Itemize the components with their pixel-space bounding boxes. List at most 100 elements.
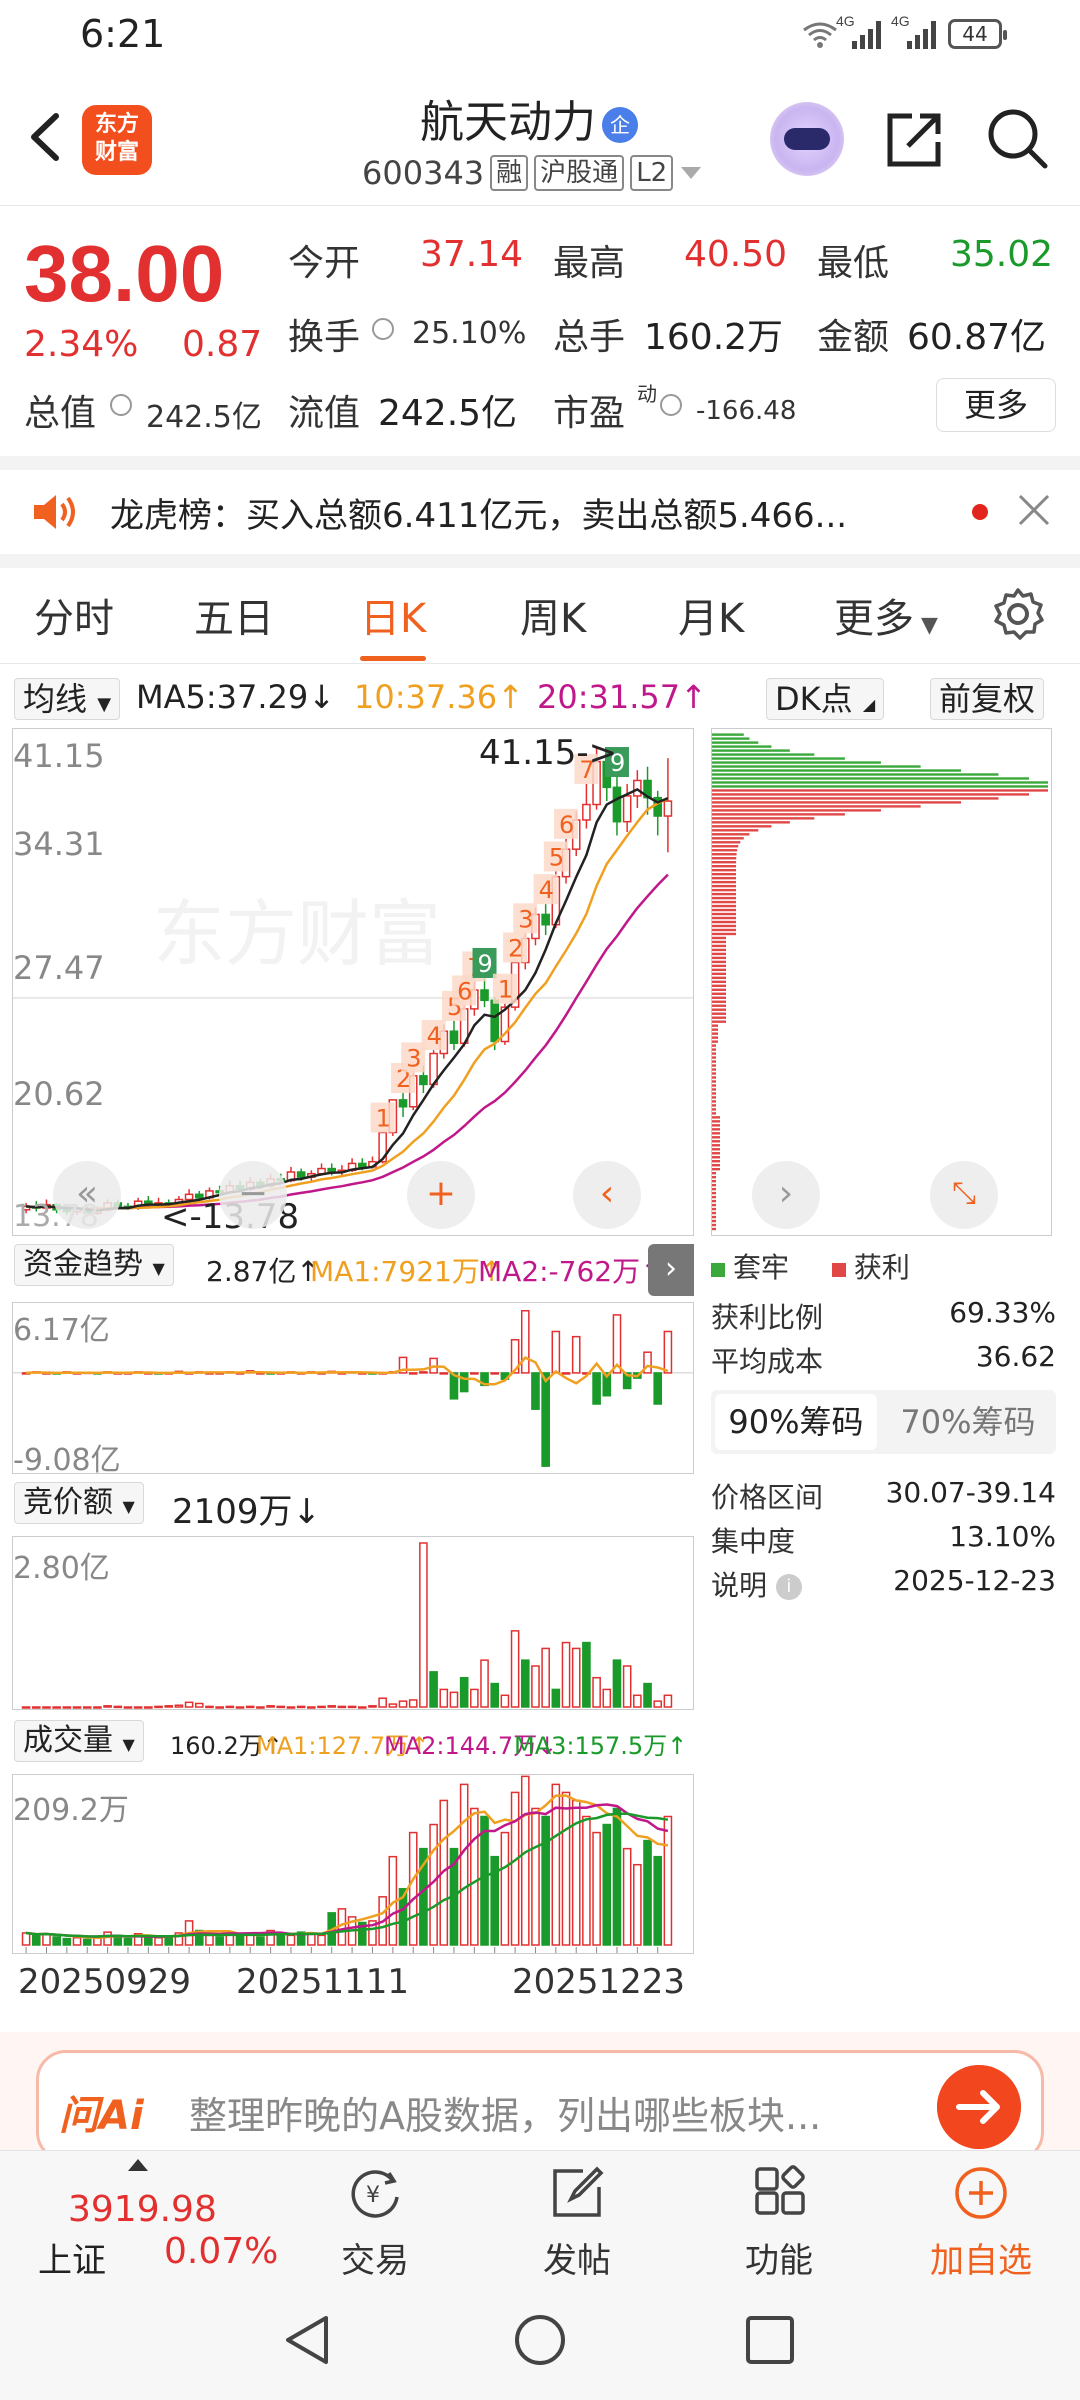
tab-chip-70[interactable]: 70%筹码 (887, 1394, 1049, 1450)
turnover-label: 换手 (288, 317, 361, 358)
chip-bar (712, 940, 726, 944)
chip-bar (712, 1060, 716, 1063)
y-tick-label: 41.15 (13, 737, 105, 775)
dk-point-dropdown[interactable]: DK点 ◢ (766, 678, 885, 720)
volume-bar (612, 1807, 622, 1946)
chip-distribution[interactable]: › ⤡ (711, 728, 1052, 1236)
info-icon[interactable]: i (775, 1574, 802, 1600)
auction-panel: 2.80亿 (12, 1536, 694, 1710)
ai-prompt-bar[interactable]: 问Ai 整理昨晚的A股数据，列出哪些板块... (36, 2050, 1044, 2162)
chip-bar (712, 984, 726, 988)
chip-bar (712, 861, 737, 864)
fund-bottom-label: -9.08亿 (13, 1443, 121, 1478)
auction-bar (398, 1700, 408, 1708)
back-arrow-icon[interactable] (18, 102, 78, 172)
td-signal-label: 6 (559, 811, 574, 839)
nav-functions[interactable]: 功能 (724, 2163, 834, 2282)
kline-chart[interactable]: 东方财富1234567912345679 41.15 34.31 27.47 2… (12, 728, 694, 1237)
tab-monthly-k[interactable]: 月K (678, 586, 744, 644)
chip-bar (712, 1000, 726, 1003)
tab-daily-k[interactable]: 日K (360, 586, 426, 644)
lhb-notice-bar[interactable]: 龙虎榜：买入总额6.411亿元，卖出总额5.466... (0, 470, 1080, 554)
date-label: 20251111 (236, 1962, 410, 2002)
chip-bar (712, 829, 759, 832)
chip-bar (712, 944, 726, 948)
fund-trend-dropdown[interactable]: 资金趋势 ▼ (14, 1244, 174, 1286)
nav-trade[interactable]: ¥ 交易 (320, 2163, 430, 2282)
auction-header: 竞价额 ▼ 2109万↓ (12, 1480, 694, 1536)
chip-bar (712, 1223, 716, 1227)
tab-chip-90[interactable]: 90%筹码 (715, 1394, 877, 1450)
brand-logo[interactable]: 东方财富 (82, 105, 152, 175)
chip-bar (712, 1211, 716, 1215)
auction-bar (21, 1706, 31, 1709)
expand-indicator-button[interactable]: › (648, 1244, 694, 1296)
chip-bar (712, 781, 1048, 784)
tab-minute[interactable]: 分时 (34, 586, 114, 644)
fund-bar (419, 1371, 428, 1374)
info-icon[interactable] (372, 318, 394, 340)
chip-bar (712, 1187, 716, 1191)
zoom-plus-button[interactable]: + (407, 1161, 475, 1229)
battery-icon: 44 (948, 19, 1007, 49)
zoom-minus-button[interactable]: − (219, 1161, 287, 1229)
scroll-left-button[interactable]: ‹ (573, 1161, 641, 1229)
chip-bar (712, 924, 736, 928)
chip-bar (712, 841, 741, 844)
nav-post[interactable]: 发帖 (522, 2163, 632, 2282)
gear-icon[interactable] (990, 586, 1046, 642)
index-quote[interactable]: 3919.98 上证 0.07% (0, 2151, 280, 2283)
info-icon[interactable] (660, 394, 682, 416)
candle (296, 1171, 306, 1178)
ma-dropdown[interactable]: 均线 ▼ (14, 678, 121, 720)
chip-bar (712, 1028, 718, 1031)
volume-bar (592, 1831, 601, 1946)
nav-home-icon[interactable] (512, 2312, 568, 2368)
concentration-row: 集中度 13.10% (711, 1520, 1056, 1558)
quote-panel: 38.00 2.34% 0.87 今开 37.14 最高 40.50 最低 35… (0, 206, 1080, 456)
zoom-out-left-button[interactable]: « (53, 1161, 121, 1229)
volume-bar (215, 1936, 224, 1946)
nav-recent-icon[interactable] (742, 2312, 798, 2368)
chip-bar (712, 892, 737, 896)
tab-weekly-k[interactable]: 周K (520, 586, 586, 644)
info-icon[interactable] (110, 394, 132, 416)
tab-more[interactable]: 更多 ▼ (834, 586, 938, 644)
ma20-value: 20:31.57↑ (537, 678, 707, 716)
scroll-right-button[interactable]: › (752, 1161, 820, 1229)
amount-label: 金额 (817, 317, 890, 358)
chip-bar (712, 888, 737, 892)
arrow-right-icon[interactable] (937, 2065, 1021, 2149)
auction-value: 2109万↓ (172, 1492, 322, 1532)
volume-bar (21, 1932, 31, 1946)
index-value: 3919.98 (68, 2189, 217, 2230)
auction-bar (225, 1705, 235, 1709)
volume-value: 160.2万 (644, 317, 784, 358)
chip-bar (712, 956, 726, 960)
volume-bar (633, 1863, 642, 1946)
nav-back-icon[interactable] (280, 2312, 336, 2368)
td-signal-label: 1 (376, 1105, 391, 1133)
expand-icon[interactable]: ⤡ (930, 1161, 998, 1229)
auction-bar (520, 1659, 530, 1708)
candle (449, 1030, 459, 1044)
share-icon[interactable] (882, 106, 948, 172)
auction-dropdown[interactable]: 竞价额 ▼ (14, 1482, 144, 1524)
volume-bar (62, 1937, 72, 1946)
volume-dropdown[interactable]: 成交量 ▼ (14, 1720, 144, 1762)
ai-avatar[interactable] (770, 102, 844, 176)
more-quote-button[interactable]: 更多 (936, 378, 1056, 432)
chip-bar (712, 912, 736, 916)
close-icon[interactable] (1016, 492, 1052, 528)
nav-add-watchlist[interactable]: 加自选 (926, 2163, 1036, 2282)
auction-bar (439, 1688, 449, 1708)
edit-icon (553, 2166, 604, 2217)
auction-bar (235, 1706, 245, 1709)
tab-five-day[interactable]: 五日 (194, 586, 274, 644)
adjust-dropdown[interactable]: 前复权 (930, 678, 1045, 720)
chip-bar (712, 920, 736, 924)
fund-bar (408, 1372, 418, 1375)
search-icon[interactable] (985, 106, 1051, 172)
chip-bar (712, 733, 744, 736)
stock-code-row[interactable]: 600343 融 沪股通 L2 (362, 154, 703, 192)
